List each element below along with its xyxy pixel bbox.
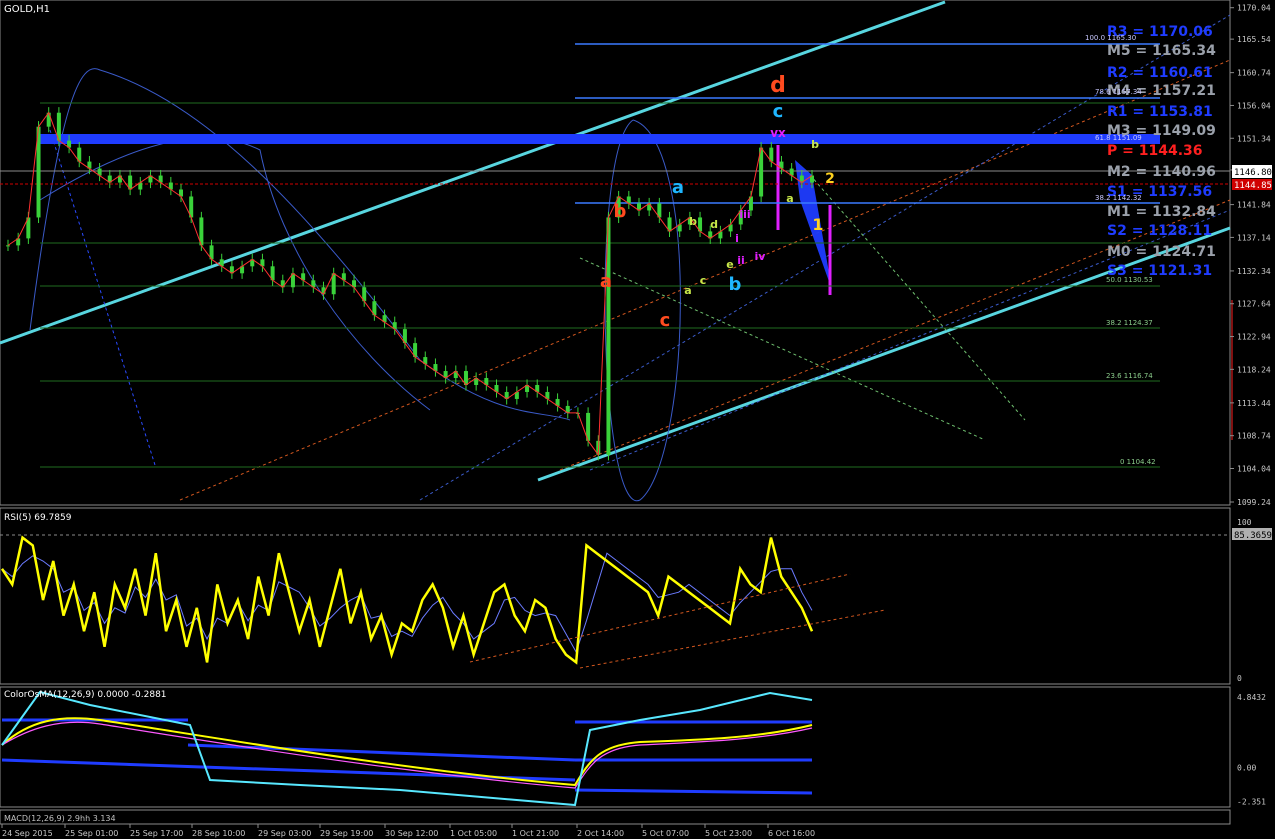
time-axis: 24 Sep 2015 25 Sep 01:00 25 Sep 17:00 28 Se… [1, 824, 815, 838]
fibo-label: 0 1104.42 [1120, 458, 1156, 466]
pivot-label: R1 = 1153.81 [1107, 104, 1213, 120]
chart-title: GOLD,H1 [4, 4, 50, 15]
fibo-label: 78.6 1157.34 [1095, 88, 1142, 96]
price-tick-label: 1104.04 [1237, 464, 1271, 473]
price-tick-label: 1127.64 [1237, 300, 1271, 309]
price-axis: 1170.04 1165.54 1160.74 1156.04 1151.34 1146.… [1230, 4, 1271, 507]
price-tick-label: 1113.44 [1237, 399, 1271, 408]
price-tick-label: 1156.04 [1237, 101, 1271, 110]
pivot-label: M0 = 1124.71 [1107, 244, 1216, 260]
osma-tick-label: -2.351 [1237, 797, 1266, 806]
alt-price: 1144.85 [1234, 181, 1272, 191]
time-tick-label: 25 Sep 17:00 [130, 829, 183, 838]
wave-label: i [735, 232, 739, 245]
wave-label: a [600, 271, 612, 292]
rsi-value: 85.3659 [1234, 531, 1272, 541]
wave-label: b [614, 201, 627, 222]
wave-label: d [710, 218, 718, 231]
price-tick-label: 1132.34 [1237, 267, 1271, 276]
time-tick-label: 1 Oct 05:00 [450, 829, 497, 838]
time-tick-label: 30 Sep 12:00 [385, 829, 438, 838]
wave-label: b [729, 274, 742, 295]
fibo-label: 100.0 1165.30 [1085, 34, 1136, 42]
price-tick-label: 1170.04 [1237, 4, 1271, 13]
fibo-label: 61.8 1151.09 [1095, 134, 1142, 142]
time-tick-label: 2 Oct 14:00 [577, 829, 624, 838]
resistance-band [40, 134, 1160, 144]
wave-label: b [811, 138, 819, 151]
price-tick-label: 1108.74 [1237, 432, 1271, 441]
rsi-tick-label: 100 [1237, 518, 1252, 527]
price-tick-label: 1099.24 [1237, 498, 1271, 507]
price-tick-label: 1141.84 [1237, 201, 1271, 210]
osma-title: ColorOsMA(12,26,9) 0.0000 -0.2881 [4, 690, 167, 700]
fibo-label: 38.2 1142.32 [1095, 194, 1142, 202]
wave-label: c [660, 310, 671, 331]
time-tick-label: 5 Oct 07:00 [642, 829, 689, 838]
time-tick-label: 28 Sep 10:00 [192, 829, 245, 838]
wave-label: ii [737, 254, 745, 267]
price-tick-label: 1151.34 [1237, 134, 1271, 143]
time-tick-label: 29 Sep 19:00 [320, 829, 373, 838]
macd-panel [0, 809, 1231, 825]
price-tick-label: 1165.54 [1237, 35, 1271, 44]
pivot-label: P = 1144.36 [1107, 143, 1203, 159]
wave-label: b [689, 215, 697, 228]
wave-label: 1 [812, 215, 823, 234]
wave-label: a [786, 192, 793, 205]
macd-title: MACD(12,26,9) 2.9hh 3.134 [4, 814, 116, 823]
wave-label: c [773, 101, 784, 122]
wave-label: iii [739, 208, 750, 221]
time-tick-label: 24 Sep 2015 [2, 829, 53, 838]
price-tick-label: 1118.24 [1237, 365, 1271, 374]
rsi-title: RSI(5) 69.7859 [4, 513, 72, 523]
pivot-label: S2 = 1128.11 [1107, 223, 1212, 239]
wave-label: vx [770, 126, 786, 140]
current-price: 1146.80 [1234, 168, 1272, 178]
pivot-label: M1 = 1132.84 [1107, 204, 1216, 220]
time-tick-label: 29 Sep 03:00 [258, 829, 311, 838]
fibo-label: 38.2 1124.37 [1106, 319, 1153, 327]
candle-body [6, 245, 10, 247]
rsi-tick-label: 0 [1237, 674, 1242, 683]
pivot-label: M5 = 1165.34 [1107, 43, 1216, 59]
price-chart[interactable]: dcbaacbb daceiiiii ivivxba21 R3 = 1170.06M… [0, 0, 1275, 839]
price-tick-label: 1137.14 [1237, 233, 1271, 242]
osma-tick-label: 0.00 [1237, 763, 1256, 772]
pivot-label: M2 = 1140.96 [1107, 164, 1216, 180]
main-panel [0, 0, 1231, 506]
price-tick-label: 1160.74 [1237, 69, 1271, 78]
time-tick-label: 1 Oct 21:00 [512, 829, 559, 838]
fibo-label: 50.0 1130.53 [1106, 276, 1153, 284]
wave-label: a [684, 284, 691, 297]
pivot-label: R2 = 1160.61 [1107, 65, 1213, 81]
wave-label: e [726, 258, 733, 271]
wave-label: c [700, 274, 707, 287]
wave-label: 2 [825, 171, 835, 187]
time-tick-label: 25 Sep 01:00 [65, 829, 118, 838]
price-tick-label: 1122.94 [1237, 333, 1271, 342]
rsi-panel [0, 507, 1231, 685]
time-tick-label: 5 Oct 23:00 [705, 829, 752, 838]
fibo-label: 23.6 1116.74 [1106, 372, 1153, 380]
time-tick-label: 6 Oct 16:00 [768, 829, 815, 838]
wave-label: iv [755, 250, 767, 263]
wave-label: d [770, 73, 786, 98]
wave-label: a [672, 177, 684, 198]
osma-tick-label: 4.8432 [1237, 693, 1266, 702]
